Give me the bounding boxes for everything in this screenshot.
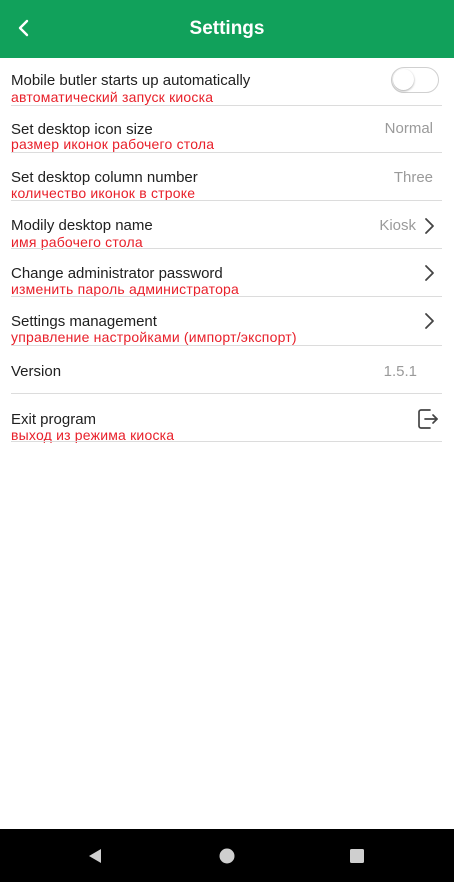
chevron-left-icon xyxy=(18,19,29,37)
setting-value: Three xyxy=(393,169,433,186)
page-title: Settings xyxy=(189,18,265,39)
chevron-right-icon xyxy=(425,218,434,234)
setting-label: Exit program xyxy=(11,411,97,428)
nav-back-button[interactable] xyxy=(82,843,108,869)
back-triangle-icon xyxy=(89,849,101,863)
system-nav-bar xyxy=(0,829,454,882)
setting-row-column-number[interactable]: Set desktop column number количество ико… xyxy=(0,153,454,201)
setting-value: Normal xyxy=(384,120,433,137)
setting-annotation: количество иконок в строке xyxy=(11,185,196,201)
setting-annotation: автоматический запуск киоска xyxy=(11,89,214,105)
setting-row-admin-password[interactable]: Change administrator password изменить п… xyxy=(0,249,454,297)
nav-home-button[interactable] xyxy=(214,843,240,869)
setting-row-settings-management[interactable]: Settings management управление настройка… xyxy=(0,297,454,345)
chevron-right-icon xyxy=(425,265,434,281)
setting-row-exit[interactable]: Exit program выход из режима киоска xyxy=(0,394,454,443)
settings-screen: Settings Mobile butler starts up automat… xyxy=(0,0,454,882)
toggle-knob xyxy=(393,69,414,90)
back-button[interactable] xyxy=(8,12,40,44)
setting-row-autostart[interactable]: Mobile butler starts up automatically ав… xyxy=(0,58,454,106)
setting-annotation: размер иконок рабочего стола xyxy=(11,136,215,152)
setting-label: Set desktop column number xyxy=(11,169,198,186)
setting-row-icon-size[interactable]: Set desktop icon size размер иконок рабо… xyxy=(0,106,454,154)
setting-value: Kiosk xyxy=(379,217,416,234)
nav-recents-button[interactable] xyxy=(344,843,370,869)
setting-row-version: Version 1.5.1 xyxy=(0,346,454,394)
autostart-toggle[interactable] xyxy=(391,67,439,93)
setting-label: Version xyxy=(11,363,62,380)
setting-label: Settings management xyxy=(11,313,157,330)
setting-annotation: изменить пароль администратора xyxy=(11,281,240,297)
setting-row-desktop-name[interactable]: Modily desktop name имя рабочего стола K… xyxy=(0,201,454,250)
chevron-right-icon xyxy=(425,313,434,329)
setting-label: Modily desktop name xyxy=(11,217,153,234)
exit-icon xyxy=(418,409,438,429)
divider xyxy=(11,441,442,442)
version-value: 1.5.1 xyxy=(383,363,417,380)
setting-annotation: управление настройками (импорт/экспорт) xyxy=(11,329,297,345)
setting-label: Change administrator password xyxy=(11,265,223,282)
home-circle-icon xyxy=(219,848,235,864)
app-bar: Settings xyxy=(0,0,454,58)
recents-square-icon xyxy=(350,849,364,863)
setting-label: Mobile butler starts up automatically xyxy=(11,72,251,89)
